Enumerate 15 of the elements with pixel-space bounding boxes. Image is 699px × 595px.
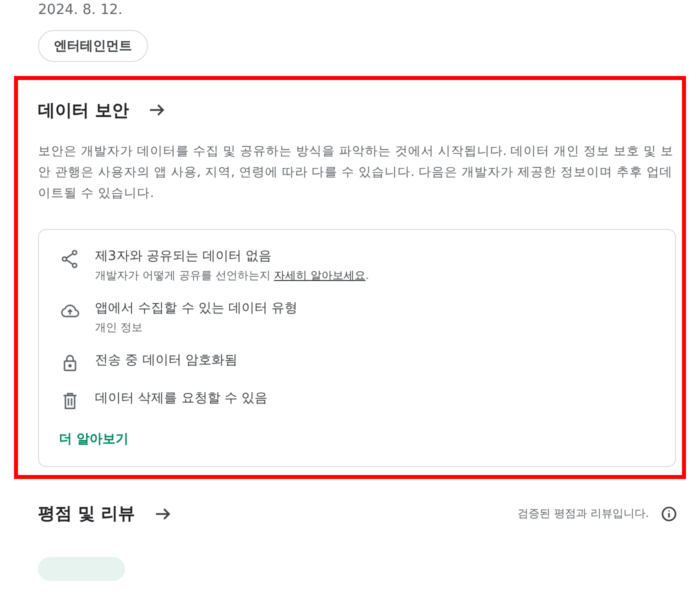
section-title: 평점 및 리뷰 xyxy=(38,503,135,525)
item-subtitle: 개인 정보 xyxy=(95,320,144,336)
ratings-note: 검증된 평점과 리뷰입니다. xyxy=(518,506,649,521)
learn-more-link[interactable]: 자세히 알아보세요 xyxy=(274,269,366,282)
more-link[interactable]: 더 알아보기 xyxy=(59,430,129,448)
info-icon[interactable] xyxy=(661,506,677,522)
item-title: 앱에서 수집할 수 있는 데이터 유형 xyxy=(95,300,298,318)
section-title: 데이터 보안 xyxy=(38,100,129,122)
item-subtitle: 개발자가 어떻게 공유를 선언하는지 자세히 알아보세요. xyxy=(95,268,369,284)
item-title: 전송 중 데이터 암호화됨 xyxy=(95,352,238,370)
item-title: 제3자와 공유되는 데이터 없음 xyxy=(95,248,273,266)
item-title: 데이터 삭제를 요청할 수 있음 xyxy=(95,390,268,408)
category-chip[interactable]: 엔터테인먼트 xyxy=(38,30,148,62)
section-description: 보안은 개발자가 데이터를 수집 및 공유하는 방식을 파악하는 것에서 시작됩니다. 데이터 개인 정보 보호 및 보안 관행은 사용자의 앱 사용, 지역, 연령에 따라 다를 수 있습니다. 다음은 개발자가 제공한 정보이며 추후 업데이트될 수 있습니다. xyxy=(38,142,675,202)
release-date: 2024. 8. 12. xyxy=(38,1,124,20)
